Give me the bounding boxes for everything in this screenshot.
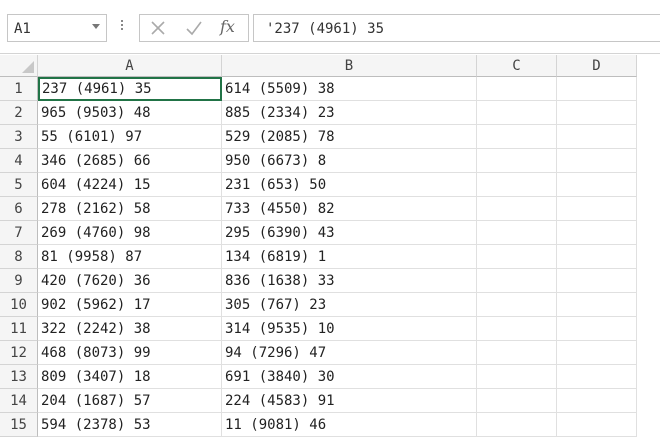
row-header[interactable]: 11 <box>0 317 38 341</box>
cell-d10[interactable] <box>557 293 637 317</box>
cell-b15[interactable]: 11 (9081) 46 <box>222 413 477 437</box>
cell-a8[interactable]: 81 (9958) 87 <box>38 245 222 269</box>
row-header[interactable]: 10 <box>0 293 38 317</box>
cell-d1[interactable] <box>557 77 637 101</box>
formula-buttons: fx <box>139 14 249 42</box>
cell-b2[interactable]: 885 (2334) 23 <box>222 101 477 125</box>
row-header[interactable]: 6 <box>0 197 38 221</box>
cell-d8[interactable] <box>557 245 637 269</box>
cell-a13[interactable]: 809 (3407) 18 <box>38 365 222 389</box>
row-header[interactable]: 1 <box>0 77 38 101</box>
cell-d9[interactable] <box>557 269 637 293</box>
cell-c9[interactable] <box>477 269 557 293</box>
spreadsheet-grid: ABCD 1 237 (4961) 35 614 (5509) 38 2 965 (95… <box>0 55 660 443</box>
row-header[interactable]: 14 <box>0 389 38 413</box>
cell-a10[interactable]: 902 (5962) 17 <box>38 293 222 317</box>
cell-d3[interactable] <box>557 125 637 149</box>
cell-c14[interactable] <box>477 389 557 413</box>
cell-c11[interactable] <box>477 317 557 341</box>
formula-input[interactable]: '237 (4961) 35 <box>253 14 660 42</box>
cell-b9[interactable]: 836 (1638) 33 <box>222 269 477 293</box>
cell-a3[interactable]: 55 (6101) 97 <box>38 125 222 149</box>
cell-b4[interactable]: 950 (6673) 8 <box>222 149 477 173</box>
row-header[interactable]: 12 <box>0 341 38 365</box>
cell-d15[interactable] <box>557 413 637 437</box>
check-icon <box>186 21 202 36</box>
name-box[interactable]: A1 <box>7 14 107 42</box>
cell-d7[interactable] <box>557 221 637 245</box>
close-icon <box>151 21 165 35</box>
cell-a2[interactable]: 965 (9503) 48 <box>38 101 222 125</box>
cell-d6[interactable] <box>557 197 637 221</box>
cancel-button[interactable] <box>140 15 176 41</box>
cell-d12[interactable] <box>557 341 637 365</box>
cell-b14[interactable]: 224 (4583) 91 <box>222 389 477 413</box>
cell-c15[interactable] <box>477 413 557 437</box>
cell-a1[interactable]: 237 (4961) 35 <box>38 77 222 101</box>
cell-d13[interactable] <box>557 365 637 389</box>
select-all-icon <box>22 61 34 73</box>
cell-c3[interactable] <box>477 125 557 149</box>
cell-c8[interactable] <box>477 245 557 269</box>
row-header[interactable]: 3 <box>0 125 38 149</box>
cell-a12[interactable]: 468 (8073) 99 <box>38 341 222 365</box>
cell-c6[interactable] <box>477 197 557 221</box>
chevron-down-icon[interactable] <box>92 24 100 29</box>
insert-function-button[interactable]: fx <box>212 15 248 41</box>
cell-c7[interactable] <box>477 221 557 245</box>
cell-b13[interactable]: 691 (3840) 30 <box>222 365 477 389</box>
cell-a7[interactable]: 269 (4760) 98 <box>38 221 222 245</box>
row-header[interactable]: 4 <box>0 149 38 173</box>
cell-b11[interactable]: 314 (9535) 10 <box>222 317 477 341</box>
row-header[interactable]: 2 <box>0 101 38 125</box>
cell-a11[interactable]: 322 (2242) 38 <box>38 317 222 341</box>
cell-a9[interactable]: 420 (7620) 36 <box>38 269 222 293</box>
cell-b12[interactable]: 94 (7296) 47 <box>222 341 477 365</box>
column-header-b[interactable]: B <box>222 55 477 77</box>
cell-b10[interactable]: 305 (767) 23 <box>222 293 477 317</box>
cell-a6[interactable]: 278 (2162) 58 <box>38 197 222 221</box>
column-header-a[interactable]: A <box>38 55 222 77</box>
formula-bar: A1 fx '237 (4961) 35 <box>0 0 660 54</box>
row-header[interactable]: 7 <box>0 221 38 245</box>
cell-c10[interactable] <box>477 293 557 317</box>
more-vertical-icon[interactable] <box>120 18 124 34</box>
cell-b1[interactable]: 614 (5509) 38 <box>222 77 477 101</box>
cell-d2[interactable] <box>557 101 637 125</box>
cell-b7[interactable]: 295 (6390) 43 <box>222 221 477 245</box>
cell-d4[interactable] <box>557 149 637 173</box>
row-header[interactable]: 8 <box>0 245 38 269</box>
row-header[interactable]: 5 <box>0 173 38 197</box>
cell-b6[interactable]: 733 (4550) 82 <box>222 197 477 221</box>
cell-a15[interactable]: 594 (2378) 53 <box>38 413 222 437</box>
confirm-button[interactable] <box>176 15 212 41</box>
cell-b5[interactable]: 231 (653) 50 <box>222 173 477 197</box>
row-header[interactable]: 9 <box>0 269 38 293</box>
column-header-c[interactable]: C <box>477 55 557 77</box>
column-header-d[interactable]: D <box>557 55 637 77</box>
cell-c1[interactable] <box>477 77 557 101</box>
formula-text: '237 (4961) 35 <box>266 21 385 37</box>
cell-d5[interactable] <box>557 173 637 197</box>
cell-a4[interactable]: 346 (2685) 66 <box>38 149 222 173</box>
cell-a14[interactable]: 204 (1687) 57 <box>38 389 222 413</box>
cell-d14[interactable] <box>557 389 637 413</box>
name-box-value: A1 <box>14 21 31 37</box>
cell-c4[interactable] <box>477 149 557 173</box>
cell-c2[interactable] <box>477 101 557 125</box>
cell-c13[interactable] <box>477 365 557 389</box>
cell-a5[interactable]: 604 (4224) 15 <box>38 173 222 197</box>
cell-b3[interactable]: 529 (2085) 78 <box>222 125 477 149</box>
cell-c12[interactable] <box>477 341 557 365</box>
row-header[interactable]: 15 <box>0 413 38 437</box>
fx-icon: fx <box>220 17 235 36</box>
cell-d11[interactable] <box>557 317 637 341</box>
cell-c5[interactable] <box>477 173 557 197</box>
row-header[interactable]: 13 <box>0 365 38 389</box>
cell-b8[interactable]: 134 (6819) 1 <box>222 245 477 269</box>
select-all-button[interactable] <box>0 55 38 77</box>
